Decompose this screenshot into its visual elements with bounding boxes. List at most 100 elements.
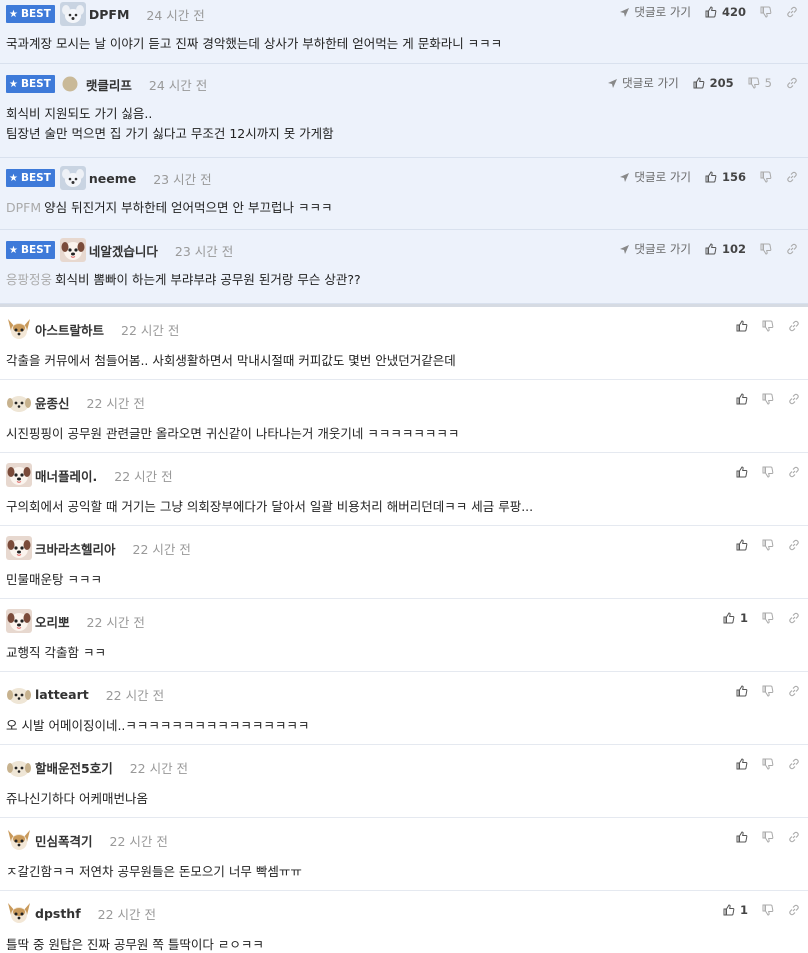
share-link-button[interactable] — [788, 831, 800, 843]
dislike-button[interactable] — [762, 393, 774, 405]
dog-avatar[interactable] — [59, 166, 86, 190]
timestamp: 22 시간 전 — [114, 468, 173, 484]
thumbs-down-icon — [762, 612, 774, 624]
dislike-button[interactable] — [762, 904, 774, 916]
dislike-button[interactable] — [760, 6, 772, 18]
thumbs-up-icon — [723, 612, 735, 624]
chihuahua-avatar[interactable] — [6, 828, 32, 852]
go-to-reply-link[interactable]: 댓글로 가기 — [607, 75, 679, 91]
like-button[interactable] — [736, 320, 748, 332]
share-link-button[interactable] — [788, 466, 800, 478]
star-icon: ★ — [9, 172, 18, 184]
dislike-button[interactable] — [760, 171, 772, 183]
like-count: 156 — [721, 170, 746, 184]
nickname[interactable]: 할배운전5호기 — [35, 758, 113, 777]
share-link-button[interactable] — [788, 612, 800, 624]
like-button[interactable]: 205 — [693, 76, 734, 90]
nickname[interactable]: neeme — [89, 171, 136, 186]
comment-body: 국과계장 모시는 날 이야기 듣고 진짜 경악했는데 상사가 부하한테 얻어먹는… — [6, 36, 503, 51]
dislike-button[interactable] — [762, 685, 774, 697]
share-link-button[interactable] — [788, 320, 800, 332]
like-button[interactable]: 1 — [723, 611, 748, 625]
dot-avatar[interactable] — [62, 76, 78, 92]
like-button[interactable] — [736, 466, 748, 478]
comment-row: 아스트랄하트 22 시간 전 각출을 커뮤에서 첨들어봄.. 사회생활하면서 막내시… — [0, 307, 808, 380]
go-to-reply-link[interactable]: 댓글로 가기 — [619, 169, 691, 185]
like-button[interactable] — [736, 758, 748, 770]
dislike-button[interactable] — [760, 243, 772, 255]
like-button[interactable]: 102 — [705, 242, 746, 256]
nickname[interactable]: 민심폭격기 — [35, 831, 93, 850]
nickname[interactable]: 랫클리프 — [86, 75, 132, 94]
thumbs-up-icon — [736, 393, 748, 405]
like-button[interactable]: 1 — [723, 903, 748, 917]
comment-actions — [722, 390, 800, 408]
timestamp: 23 시간 전 — [153, 171, 212, 187]
dislike-button[interactable] — [762, 612, 774, 624]
share-link-button[interactable] — [788, 904, 800, 916]
dislike-button[interactable] — [762, 539, 774, 551]
comment-body: DPFM 양심 뒤진거지 부하한테 얻어먹으면 안 부끄럽나 ㅋㅋㅋ — [6, 200, 333, 215]
nickname[interactable]: 오리뽀 — [35, 612, 70, 631]
pug-avatar[interactable] — [6, 463, 32, 487]
go-to-reply-link[interactable]: 댓글로 가기 — [619, 241, 691, 257]
thumbs-up-icon — [736, 831, 748, 843]
like-button[interactable]: 420 — [705, 5, 746, 19]
puppy-avatar[interactable] — [6, 755, 32, 779]
go-to-reply-link[interactable]: 댓글로 가기 — [619, 4, 691, 20]
dislike-button[interactable] — [762, 831, 774, 843]
dislike-button[interactable] — [762, 758, 774, 770]
share-link-button[interactable] — [786, 171, 798, 183]
thumbs-down-icon — [762, 685, 774, 697]
like-button[interactable] — [736, 393, 748, 405]
puppy-avatar[interactable] — [6, 682, 32, 706]
pug-avatar[interactable] — [6, 609, 32, 633]
dog-avatar[interactable] — [59, 2, 86, 26]
share-link-button[interactable] — [786, 77, 798, 89]
timestamp: 22 시간 전 — [109, 833, 168, 849]
link-icon — [789, 904, 799, 916]
best-comment: ★ BEST neeme 23 시간 전 댓글로 가기 156 DPFM 양심 … — [0, 158, 808, 230]
dislike-button[interactable]: 5 — [748, 76, 772, 90]
nickname[interactable]: 윤종신 — [35, 393, 70, 412]
puppy-avatar[interactable] — [6, 390, 32, 414]
nickname[interactable]: 매너플레이. — [35, 466, 97, 485]
chihuahua-avatar[interactable] — [6, 317, 32, 341]
share-link-button[interactable] — [788, 758, 800, 770]
comment-body: 응팡정웅 회식비 뽐빠이 하는게 부랴부랴 공무원 된거랑 무슨 상관?? — [6, 272, 361, 287]
nickname[interactable]: 아스트랄하트 — [35, 320, 104, 339]
like-button[interactable]: 156 — [705, 170, 746, 184]
link-icon — [787, 77, 797, 89]
comment-actions — [722, 828, 800, 846]
pug-avatar[interactable] — [59, 238, 86, 262]
comment-row: 민심폭격기 22 시간 전 ㅈ갈긴함ㅋㅋ 저연차 공무원들은 돈모으기 너무 빡셈ㅠ… — [0, 818, 808, 891]
share-link-button[interactable] — [788, 393, 800, 405]
dislike-button[interactable] — [762, 320, 774, 332]
thumbs-up-icon — [736, 320, 748, 332]
pug-avatar[interactable] — [6, 536, 32, 560]
nickname[interactable]: latteart — [35, 687, 89, 702]
comment-body: 시진핑핑이 공무원 관련글만 올라오면 귀신같이 나타나는거 개웃기네 ㅋㅋㅋㅋ… — [6, 426, 460, 441]
share-link-button[interactable] — [786, 6, 798, 18]
nickname[interactable]: DPFM — [89, 7, 130, 22]
share-link-button[interactable] — [786, 243, 798, 255]
like-button[interactable] — [736, 539, 748, 551]
link-icon — [789, 320, 799, 332]
mention-tag[interactable]: 응팡정웅 — [6, 272, 52, 287]
star-icon: ★ — [9, 244, 18, 256]
chihuahua-avatar[interactable] — [6, 901, 32, 925]
dislike-button[interactable] — [762, 466, 774, 478]
nickname[interactable]: dpsthf — [35, 906, 81, 921]
nickname[interactable]: 크바라츠헬리아 — [35, 539, 116, 558]
nickname[interactable]: 네알겠습니다 — [89, 241, 158, 260]
share-link-button[interactable] — [788, 539, 800, 551]
comment-row: 매너플레이. 22 시간 전 구의회에서 공익할 때 거기는 그냥 의회장부에다가 … — [0, 453, 808, 526]
mention-tag[interactable]: DPFM — [6, 200, 41, 215]
comment-body: 회식비 지원되도 가기 싫음.. 팀장년 술만 먹으면 집 가기 싫다고 무조건… — [6, 106, 334, 141]
best-badge: ★ BEST — [6, 5, 55, 23]
like-count: 102 — [721, 242, 746, 256]
comment-actions — [722, 463, 800, 481]
share-link-button[interactable] — [788, 685, 800, 697]
like-button[interactable] — [736, 685, 748, 697]
like-button[interactable] — [736, 831, 748, 843]
